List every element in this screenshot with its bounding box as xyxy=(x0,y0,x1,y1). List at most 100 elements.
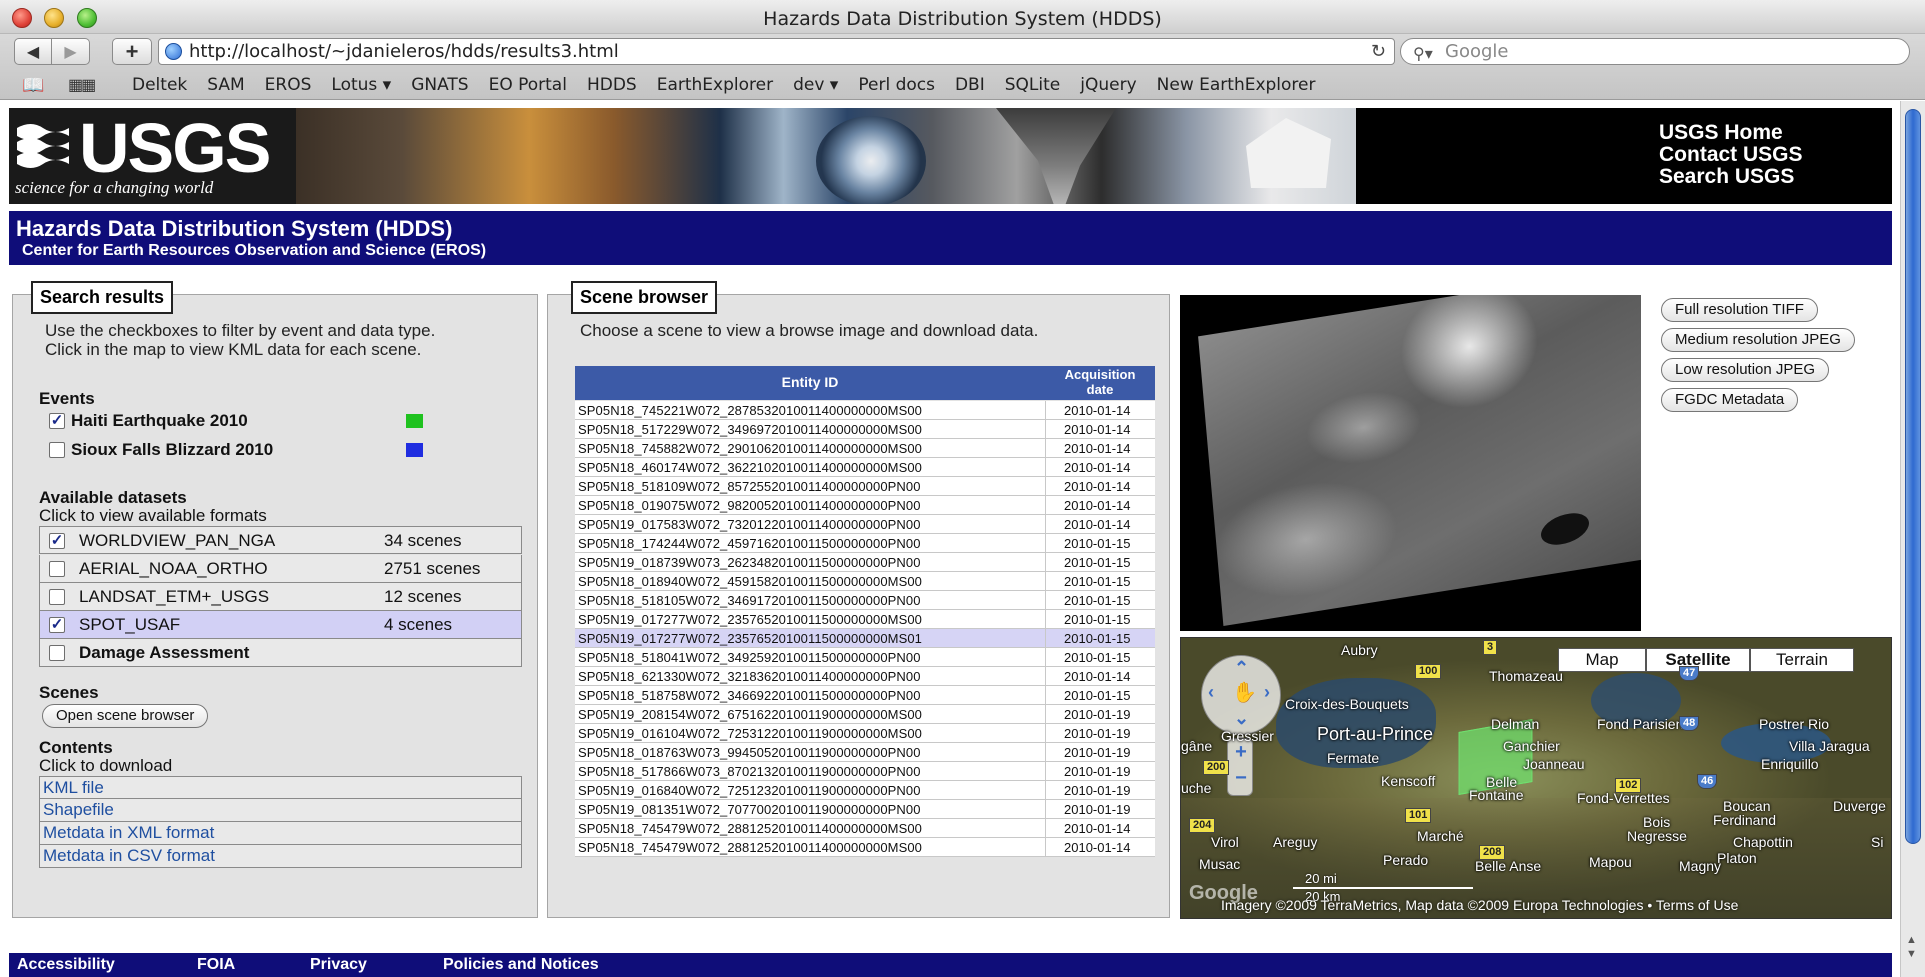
scene-row[interactable]: SP05N18_518758W072_346692201001150000000… xyxy=(575,686,1155,705)
bookmark-item[interactable]: Lotus ▾ xyxy=(331,75,391,95)
bookmark-item[interactable]: SQLite xyxy=(1005,75,1061,95)
dataset-row[interactable]: AERIAL_NOAA_ORTHO 2751 scenes xyxy=(39,555,522,583)
privacy-link[interactable]: Privacy xyxy=(310,956,367,974)
search-usgs-link[interactable]: Search USGS xyxy=(1659,166,1803,188)
acquisition-date-cell: 2010-01-14 xyxy=(1064,460,1131,475)
map-type-map[interactable]: Map xyxy=(1558,648,1646,672)
route-shield: 47 xyxy=(1679,666,1700,681)
dataset-checkbox[interactable] xyxy=(49,561,65,577)
zoom-out-button[interactable]: − xyxy=(1228,767,1254,790)
bookmark-item[interactable]: Deltek xyxy=(132,75,187,95)
bookmark-item[interactable]: EROS xyxy=(265,75,312,95)
scene-row[interactable]: SP05N18_174244W072_459716201001150000000… xyxy=(575,534,1155,553)
column-divider xyxy=(1045,458,1046,477)
satellite-map[interactable]: ⌃ ‹ ✋ › ⌄ + − Map Satellite Terrain Aubr… xyxy=(1180,637,1892,919)
scene-row[interactable]: SP05N19_017583W072_732012201001140000000… xyxy=(575,515,1155,534)
page-header: Hazards Data Distribution System (HDDS) … xyxy=(9,211,1892,265)
download-shapefile-link[interactable]: Shapefile xyxy=(39,799,522,822)
download-kml-link[interactable]: KML file xyxy=(39,776,522,799)
dataset-checkbox[interactable] xyxy=(49,589,65,605)
scene-row[interactable]: SP05N19_017277W072_235765201001150000000… xyxy=(575,629,1155,648)
bookmark-item[interactable]: GNATS xyxy=(411,75,468,95)
download-xml-metadata-link[interactable]: Metdata in XML format xyxy=(39,822,522,845)
bookmark-item[interactable]: EO Portal xyxy=(489,75,567,95)
bookmarks-bar: 📖 ▦▦ Deltek SAM EROS Lotus ▾ GNATS EO Po… xyxy=(0,72,1925,98)
bookmark-item[interactable]: jQuery xyxy=(1080,75,1136,95)
map-type-terrain[interactable]: Terrain xyxy=(1750,648,1854,672)
event-haiti[interactable]: ✓ Haiti Earthquake 2010 xyxy=(49,409,429,435)
accessibility-link[interactable]: Accessibility xyxy=(17,956,115,974)
scene-row[interactable]: SP05N19_016104W072_725312201001190000000… xyxy=(575,724,1155,743)
map-label: Enriquillo xyxy=(1761,756,1819,772)
scene-row[interactable]: SP05N18_460174W072_362210201001140000000… xyxy=(575,458,1155,477)
zoom-in-button[interactable]: + xyxy=(1228,741,1254,764)
dataset-checkbox[interactable]: ✓ xyxy=(49,533,65,549)
forward-button[interactable]: ▶ xyxy=(52,38,90,65)
scene-row[interactable]: SP05N18_745882W072_290106201001140000000… xyxy=(575,439,1155,458)
vertical-scrollbar[interactable]: ▲ ▼ xyxy=(1900,101,1925,977)
event-checkbox[interactable] xyxy=(49,442,65,458)
add-bookmark-button[interactable]: + xyxy=(112,38,152,65)
book-icon[interactable]: 📖 xyxy=(22,75,52,96)
scene-row[interactable]: SP05N18_018940W072_459158201001150000000… xyxy=(575,572,1155,591)
bookmark-item[interactable]: HDDS xyxy=(587,75,637,95)
scene-row[interactable]: SP05N18_621330W072_321836201001140000000… xyxy=(575,667,1155,686)
bookmark-item[interactable]: dev ▾ xyxy=(793,75,838,95)
route-shield: 3 xyxy=(1483,640,1498,655)
scene-row[interactable]: SP05N19_208154W072_675162201001190000000… xyxy=(575,705,1155,724)
fgdc-metadata-button[interactable]: FGDC Metadata xyxy=(1661,388,1799,412)
scene-row[interactable]: SP05N18_019075W072_982005201001140000000… xyxy=(575,496,1155,515)
foia-link[interactable]: FOIA xyxy=(197,956,235,974)
scene-row[interactable]: SP05N18_517866W073_870213201001190000000… xyxy=(575,762,1155,781)
event-checkbox[interactable]: ✓ xyxy=(49,413,65,429)
map-pan-control[interactable]: ⌃ ‹ ✋ › ⌄ xyxy=(1201,655,1281,735)
pan-right-icon[interactable]: › xyxy=(1264,682,1270,703)
grid-icon[interactable]: ▦▦ xyxy=(68,75,98,95)
scene-row[interactable]: SP05N18_745221W072_287853201001140000000… xyxy=(575,401,1155,420)
low-resolution-jpeg-button[interactable]: Low resolution JPEG xyxy=(1661,358,1830,382)
scene-row[interactable]: SP05N19_017277W072_235765201001150000000… xyxy=(575,610,1155,629)
scroll-arrows-icon[interactable]: ▲ ▼ xyxy=(1906,933,1917,961)
pan-up-icon[interactable]: ⌃ xyxy=(1234,658,1249,679)
scene-row[interactable]: SP05N18_518109W072_857255201001140000000… xyxy=(575,477,1155,496)
scene-row[interactable]: SP05N19_016840W072_725123201001190000000… xyxy=(575,781,1155,800)
usgs-logo[interactable]: USGS science for a changing world xyxy=(9,108,296,204)
scene-row[interactable]: SP05N19_018739W073_262348201001150000000… xyxy=(575,553,1155,572)
scene-row[interactable]: SP05N18_018763W073_994505201001190000000… xyxy=(575,743,1155,762)
scene-row[interactable]: SP05N18_745479W072_288125201001140000000… xyxy=(575,838,1155,857)
map-copyright[interactable]: Imagery ©2009 TerraMetrics, Map data ©20… xyxy=(1221,897,1738,913)
medium-resolution-jpeg-button[interactable]: Medium resolution JPEG xyxy=(1661,328,1855,352)
back-button[interactable]: ◀ xyxy=(14,38,52,65)
policies-link[interactable]: Policies and Notices xyxy=(443,956,599,974)
dataset-checkbox[interactable]: ✓ xyxy=(49,617,65,633)
scene-row[interactable]: SP05N18_745479W072_288125201001140000000… xyxy=(575,819,1155,838)
dataset-row[interactable]: Damage Assessment xyxy=(39,639,522,667)
address-bar[interactable]: http://localhost/~jdanieleros/hdds/resul… xyxy=(158,38,1395,65)
bookmark-item[interactable]: DBI xyxy=(955,75,985,95)
dataset-checkbox[interactable] xyxy=(49,645,65,661)
scrollbar-thumb[interactable] xyxy=(1905,109,1921,844)
search-field[interactable]: ⚲▾ Google xyxy=(1400,38,1910,65)
dataset-row[interactable]: ✓ WORLDVIEW_PAN_NGA 34 scenes xyxy=(39,526,522,554)
event-label: Sioux Falls Blizzard 2010 xyxy=(71,440,274,459)
contact-usgs-link[interactable]: Contact USGS xyxy=(1659,144,1803,166)
map-label: Croix-des-Bouquets xyxy=(1285,696,1409,712)
pan-down-icon[interactable]: ⌄ xyxy=(1234,708,1249,729)
scene-row[interactable]: SP05N19_081351W072_707700201001190000000… xyxy=(575,800,1155,819)
scene-row[interactable]: SP05N18_517229W072_349697201001140000000… xyxy=(575,420,1155,439)
open-scene-browser-button[interactable]: Open scene browser xyxy=(42,704,209,728)
usgs-home-link[interactable]: USGS Home xyxy=(1659,122,1803,144)
event-sioux-falls[interactable]: Sioux Falls Blizzard 2010 xyxy=(49,438,429,464)
bookmark-item[interactable]: New EarthExplorer xyxy=(1157,75,1316,95)
scene-row[interactable]: SP05N18_518105W072_346917201001150000000… xyxy=(575,591,1155,610)
dataset-row[interactable]: ✓ SPOT_USAF 4 scenes xyxy=(39,611,522,639)
bookmark-item[interactable]: SAM xyxy=(207,75,244,95)
bookmark-item[interactable]: Perl docs xyxy=(858,75,935,95)
pan-left-icon[interactable]: ‹ xyxy=(1208,682,1214,703)
full-resolution-tiff-button[interactable]: Full resolution TIFF xyxy=(1661,298,1818,322)
download-csv-metadata-link[interactable]: Metdata in CSV format xyxy=(39,845,522,868)
reload-icon[interactable]: ↻ xyxy=(1371,39,1386,64)
scene-row[interactable]: SP05N18_518041W072_349259201001150000000… xyxy=(575,648,1155,667)
bookmark-item[interactable]: EarthExplorer xyxy=(657,75,773,95)
dataset-row[interactable]: LANDSAT_ETM+_USGS 12 scenes xyxy=(39,583,522,611)
